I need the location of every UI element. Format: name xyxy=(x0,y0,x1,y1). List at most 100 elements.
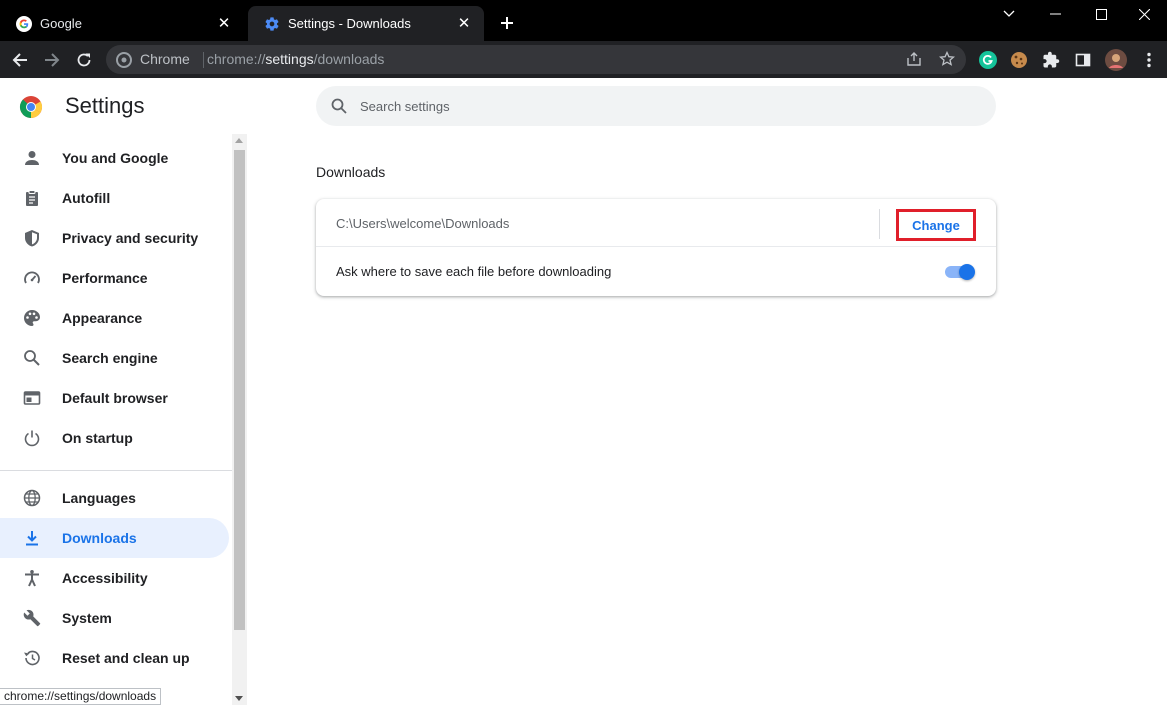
omnibox-separator xyxy=(203,52,204,68)
sidebar-item-label: Languages xyxy=(62,490,136,506)
plus-icon xyxy=(501,17,513,29)
sidebar-item-label: On startup xyxy=(62,430,133,446)
chrome-logo-icon xyxy=(19,95,43,119)
sidebar-item-label: Search engine xyxy=(62,350,158,366)
chrome-logo-icon xyxy=(116,52,132,73)
minimize-button[interactable] xyxy=(1032,0,1078,28)
person-icon xyxy=(22,148,42,168)
download-icon xyxy=(22,528,42,548)
tab-title: Google xyxy=(40,16,82,31)
tab-search-button[interactable] xyxy=(986,0,1032,28)
power-icon xyxy=(22,428,42,448)
sidebar-item-label: Performance xyxy=(62,270,148,286)
scroll-down-arrow-icon[interactable] xyxy=(235,696,243,701)
grammarly-extension-icon[interactable] xyxy=(975,47,1001,73)
row-separator xyxy=(879,209,880,239)
search-icon xyxy=(22,348,42,368)
ask-where-to-save-toggle[interactable] xyxy=(945,264,975,280)
sidebar-item-label: Accessibility xyxy=(62,570,148,586)
scroll-up-arrow-icon[interactable] xyxy=(235,138,243,143)
cookie-extension-icon[interactable] xyxy=(1006,47,1032,73)
page-title: Settings xyxy=(65,93,145,118)
sidebar-item-label: Reset and clean up xyxy=(62,650,190,666)
close-icon xyxy=(1138,8,1150,20)
address-bar[interactable]: Chrome chrome://settings/downloads xyxy=(106,45,966,74)
sidebar-item-default-browser[interactable]: Default browser xyxy=(0,378,229,418)
sidebar-item-label: You and Google xyxy=(62,150,169,166)
side-panel-icon[interactable] xyxy=(1070,47,1096,73)
profile-avatar[interactable] xyxy=(1103,47,1129,73)
ask-where-to-save-label: Ask where to save each file before downl… xyxy=(336,264,612,279)
reload-icon xyxy=(77,53,91,67)
maximize-icon xyxy=(1095,8,1107,20)
ask-where-to-save-row[interactable]: Ask where to save each file before downl… xyxy=(316,248,996,296)
scrollbar-thumb[interactable] xyxy=(234,150,245,630)
sidebar-item-label: System xyxy=(62,610,112,626)
sidebar-item-label: Privacy and security xyxy=(62,230,199,246)
sidebar-item-label: Downloads xyxy=(62,530,137,546)
status-bar-url: chrome://settings/downloads xyxy=(0,688,162,705)
sidebar-item-accessibility[interactable]: Accessibility xyxy=(0,558,229,598)
sidebar-item-system[interactable]: System xyxy=(0,598,229,638)
settings-gear-icon xyxy=(264,16,280,32)
browser-toolbar: Chrome chrome://settings/downloads xyxy=(0,41,1167,78)
palette-icon xyxy=(22,308,42,328)
close-tab-icon[interactable]: ✕ xyxy=(456,16,472,32)
arrow-left-icon xyxy=(12,53,27,67)
url-scheme: chrome:// xyxy=(207,51,266,67)
chevron-down-icon xyxy=(1003,10,1015,17)
forward-button[interactable] xyxy=(39,47,65,73)
sidebar-item-languages[interactable]: Languages xyxy=(0,478,229,518)
sidebar-item-label: Default browser xyxy=(62,390,168,406)
change-location-button[interactable]: Change xyxy=(896,209,976,241)
sidebar-item-reset-and-clean-up[interactable]: Reset and clean up xyxy=(0,638,229,678)
bookmark-star-icon[interactable] xyxy=(938,50,956,72)
sidebar-item-label: Appearance xyxy=(62,310,143,326)
settings-sidebar: You and Google Autofill Privacy and secu… xyxy=(0,134,232,705)
sidebar-item-on-startup[interactable]: On startup xyxy=(0,418,229,458)
arrow-right-icon xyxy=(45,53,60,67)
search-icon xyxy=(330,97,348,115)
speedometer-icon xyxy=(22,268,42,288)
accessibility-icon xyxy=(22,568,42,588)
kebab-menu-icon xyxy=(1147,52,1151,68)
share-icon[interactable] xyxy=(906,51,922,72)
url-text[interactable]: chrome://settings/downloads xyxy=(207,51,384,67)
toggle-knob xyxy=(959,264,975,280)
sidebar-item-label: Autofill xyxy=(62,190,111,206)
sidebar-item-performance[interactable]: Performance xyxy=(0,258,229,298)
sidebar-item-you-and-google[interactable]: You and Google xyxy=(0,138,229,178)
sidebar-item-privacy-and-security[interactable]: Privacy and security xyxy=(0,218,229,258)
tab-title: Settings - Downloads xyxy=(288,16,411,31)
sidebar-item-downloads[interactable]: Downloads xyxy=(0,518,229,558)
restore-icon xyxy=(22,648,42,668)
omnibox-chip: Chrome xyxy=(140,51,190,67)
close-window-button[interactable] xyxy=(1121,0,1167,28)
downloads-settings-card: C:\Users\welcome\Downloads Change Ask wh… xyxy=(316,199,996,296)
tab-settings-downloads[interactable]: Settings - Downloads ✕ xyxy=(248,6,484,41)
tab-strip: Google ✕ Settings - Downloads ✕ xyxy=(0,0,1167,41)
globe-icon xyxy=(22,488,42,508)
minimize-icon xyxy=(1049,13,1061,15)
tab-google[interactable]: Google ✕ xyxy=(0,6,244,41)
sidebar-divider xyxy=(0,470,232,471)
sidebar-item-search-engine[interactable]: Search engine xyxy=(0,338,229,378)
new-tab-button[interactable] xyxy=(496,12,518,34)
url-path: /downloads xyxy=(313,51,385,67)
reload-button[interactable] xyxy=(71,47,97,73)
search-input[interactable] xyxy=(360,86,960,126)
shield-icon xyxy=(22,228,42,248)
back-button[interactable] xyxy=(7,47,33,73)
download-location-path: C:\Users\welcome\Downloads xyxy=(336,216,510,231)
maximize-button[interactable] xyxy=(1078,0,1124,28)
close-tab-icon[interactable]: ✕ xyxy=(216,16,232,32)
sidebar-scrollbar[interactable] xyxy=(232,134,247,705)
download-location-row: C:\Users\welcome\Downloads Change xyxy=(316,199,996,247)
extensions-puzzle-icon[interactable] xyxy=(1038,47,1064,73)
more-menu-button[interactable] xyxy=(1136,47,1162,73)
sidebar-item-appearance[interactable]: Appearance xyxy=(0,298,229,338)
sidebar-item-autofill[interactable]: Autofill xyxy=(0,178,229,218)
search-settings-field[interactable] xyxy=(316,86,996,126)
settings-page: Settings You and Google Autofill xyxy=(0,78,1167,705)
google-g-icon xyxy=(16,15,32,32)
